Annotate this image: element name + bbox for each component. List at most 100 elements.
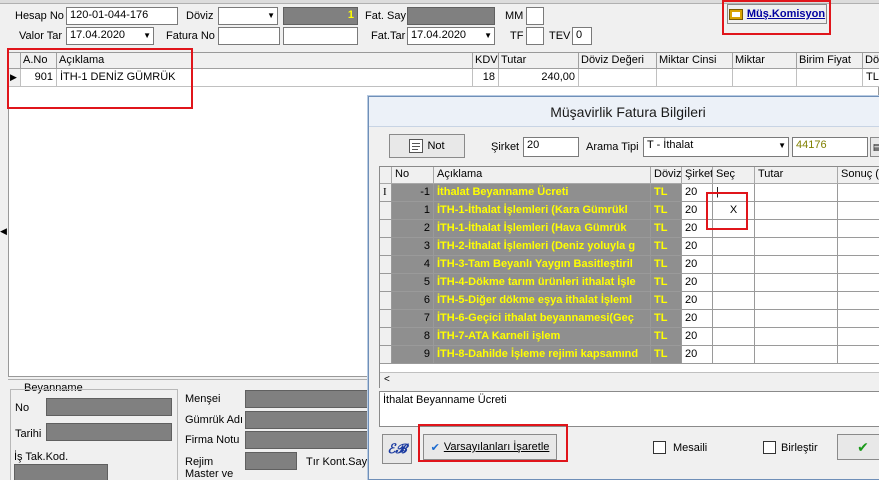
dlg-cell-doviz[interactable]: TL (651, 328, 682, 346)
dlg-cell-doviz[interactable]: TL (651, 274, 682, 292)
dlg-hdr-sonuc[interactable]: Sonuç (I (838, 167, 879, 184)
dlg-cell-sonuc[interactable] (838, 202, 879, 220)
dlg-cell-sirket[interactable]: 20 (682, 328, 713, 346)
dlg-cell-sonuc[interactable] (838, 238, 879, 256)
dlg-cell-sirket[interactable]: 20 (682, 256, 713, 274)
dlg-cell-sec[interactable] (713, 238, 755, 256)
table-row-doviz-degeri[interactable] (579, 69, 657, 87)
dlg-cell-no[interactable]: 5 (392, 274, 434, 292)
table-row-miktar[interactable] (733, 69, 797, 87)
dlg-cell-doviz[interactable]: TL (651, 202, 682, 220)
dlg-cell-sec[interactable] (713, 328, 755, 346)
dlg-cell-aciklama[interactable]: İthalat Beyanname Ücreti (434, 184, 651, 202)
dialog-grid-hscrollbar[interactable]: < (380, 372, 879, 388)
dlg-cell-aciklama[interactable]: İTH-5-Diğer dökme eşya ithalat İşleml (434, 292, 651, 310)
dlg-cell-no[interactable]: 8 (392, 328, 434, 346)
dlg-hdr-no[interactable]: No (392, 167, 434, 184)
doviz-select[interactable]: ▼ (218, 7, 278, 25)
dlg-cell-tutar[interactable] (755, 220, 838, 238)
dlg-cell-sirket[interactable]: 20 (682, 274, 713, 292)
dlg-cell-no[interactable]: 7 (392, 310, 434, 328)
not-button[interactable]: Not (389, 134, 465, 158)
table-row-doviz[interactable]: TL (863, 69, 879, 87)
main-grid-hdr-doviz-degeri[interactable]: Döviz Değeri (579, 53, 657, 69)
dlg-hdr-doviz[interactable]: Döviz (651, 167, 682, 184)
dlg-cell-tutar[interactable] (755, 292, 838, 310)
dlg-cell-no[interactable]: 9 (392, 346, 434, 364)
dialog-grid[interactable]: No Açıklama Döviz Şirket Seç Tutar Sonuç… (379, 166, 879, 388)
fatura-no-field-2[interactable] (283, 27, 358, 45)
dlg-cell-tutar[interactable] (755, 238, 838, 256)
tev-field[interactable]: 0 (572, 27, 592, 45)
dlg-cell-sec[interactable] (713, 274, 755, 292)
dlg-cell-tutar[interactable] (755, 202, 838, 220)
dlg-cell-tutar[interactable] (755, 346, 838, 364)
dlg-cell-sonuc[interactable] (838, 184, 879, 202)
dlg-cell-no[interactable]: 1 (392, 202, 434, 220)
dlg-cell-sirket[interactable]: 20 (682, 310, 713, 328)
memo-field[interactable]: İthalat Beyanname Ücreti (379, 391, 879, 427)
collapse-arrow-icon[interactable]: ◀ (0, 226, 8, 246)
dlg-cell-aciklama[interactable]: İTH-1-İthalat İşlemleri (Hava Gümrük (434, 220, 651, 238)
dlg-cell-tutar[interactable] (755, 256, 838, 274)
valor-tar-field[interactable]: 17.04.2020 ▼ (66, 27, 154, 45)
dlg-cell-sonuc[interactable] (838, 256, 879, 274)
dlg-cell-no[interactable]: 3 (392, 238, 434, 256)
tf-field[interactable] (526, 27, 544, 45)
dlg-cell-aciklama[interactable]: İTH-6-Geçici ithalat beyannamesi(Geç (434, 310, 651, 328)
dlg-hdr-sirket[interactable]: Şirket (682, 167, 713, 184)
main-grid-hdr-birim-fiyat[interactable]: Birim Fiyat (797, 53, 863, 69)
dlg-cell-sonuc[interactable] (838, 274, 879, 292)
dlg-cell-aciklama[interactable]: İTH-3-Tam Beyanlı Yaygın Basitleştiril (434, 256, 651, 274)
table-row-birim-fiyat[interactable] (797, 69, 863, 87)
arama-tipi-select[interactable]: T - İthalat ▼ (643, 137, 789, 157)
dlg-cell-sirket[interactable]: 20 (682, 292, 713, 310)
table-row-miktar-cinsi[interactable] (657, 69, 733, 87)
main-grid-hdr-miktar[interactable]: Miktar (733, 53, 797, 69)
dlg-cell-no[interactable]: 2 (392, 220, 434, 238)
dlg-cell-sonuc[interactable] (838, 220, 879, 238)
mesaili-checkbox[interactable] (653, 441, 666, 454)
dlg-cell-doviz[interactable]: TL (651, 310, 682, 328)
dlg-cell-sonuc[interactable] (838, 292, 879, 310)
dlg-cell-no[interactable]: 6 (392, 292, 434, 310)
dlg-cell-sirket[interactable]: 20 (682, 346, 713, 364)
dlg-cell-tutar[interactable] (755, 274, 838, 292)
dlg-cell-sirket[interactable]: 20 (682, 238, 713, 256)
dlg-cell-tutar[interactable] (755, 328, 838, 346)
dlg-cell-sec[interactable] (713, 346, 755, 364)
dlg-cell-no[interactable]: -1 (392, 184, 434, 202)
dlg-cell-no[interactable]: 4 (392, 256, 434, 274)
main-grid-hdr-tutar[interactable]: Tutar (499, 53, 579, 69)
fat-tar-field[interactable]: 17.04.2020 ▼ (407, 27, 495, 45)
dlg-cell-sec[interactable] (713, 310, 755, 328)
main-grid-hdr-miktar-cinsi[interactable]: Miktar Cinsi (657, 53, 733, 69)
dlg-cell-aciklama[interactable]: İTH-4-Dökme tarım ürünleri ithalat İşle (434, 274, 651, 292)
dlg-cell-doviz[interactable]: TL (651, 256, 682, 274)
dlg-cell-aciklama[interactable]: İTH-8-Dahilde İşleme rejimi kapsamınd (434, 346, 651, 364)
dlg-hdr-tutar[interactable]: Tutar (755, 167, 838, 184)
birlestir-checkbox[interactable] (763, 441, 776, 454)
dlg-hdr-sec[interactable]: Seç (713, 167, 755, 184)
dlg-cell-sonuc[interactable] (838, 328, 879, 346)
code-field[interactable]: 44176 (792, 137, 868, 157)
dlg-cell-sec[interactable] (713, 292, 755, 310)
dlg-cell-sonuc[interactable] (838, 310, 879, 328)
dlg-hdr-aciklama[interactable]: Açıklama (434, 167, 651, 184)
dlg-cell-aciklama[interactable]: İTH-2-İthalat İşlemleri (Deniz yoluyla g (434, 238, 651, 256)
dlg-cell-doviz[interactable]: TL (651, 184, 682, 202)
ok-button[interactable]: ✔ (837, 434, 879, 460)
hesap-no-field[interactable]: 120-01-044-176 (66, 7, 178, 25)
sirket-field[interactable]: 20 (523, 137, 579, 157)
dlg-cell-doviz[interactable]: TL (651, 238, 682, 256)
dlg-cell-sonuc[interactable] (838, 346, 879, 364)
mm-field[interactable] (526, 7, 544, 25)
dlg-cell-tutar[interactable] (755, 184, 838, 202)
main-grid-hdr-doviz[interactable]: Döv (863, 53, 879, 69)
dlg-cell-doviz[interactable]: TL (651, 346, 682, 364)
dlg-cell-tutar[interactable] (755, 310, 838, 328)
dlg-cell-doviz[interactable]: TL (651, 292, 682, 310)
table-row-kdv[interactable]: 18 (473, 69, 499, 87)
fatura-no-field[interactable] (218, 27, 280, 45)
table-row-tutar[interactable]: 240,00 (499, 69, 579, 87)
